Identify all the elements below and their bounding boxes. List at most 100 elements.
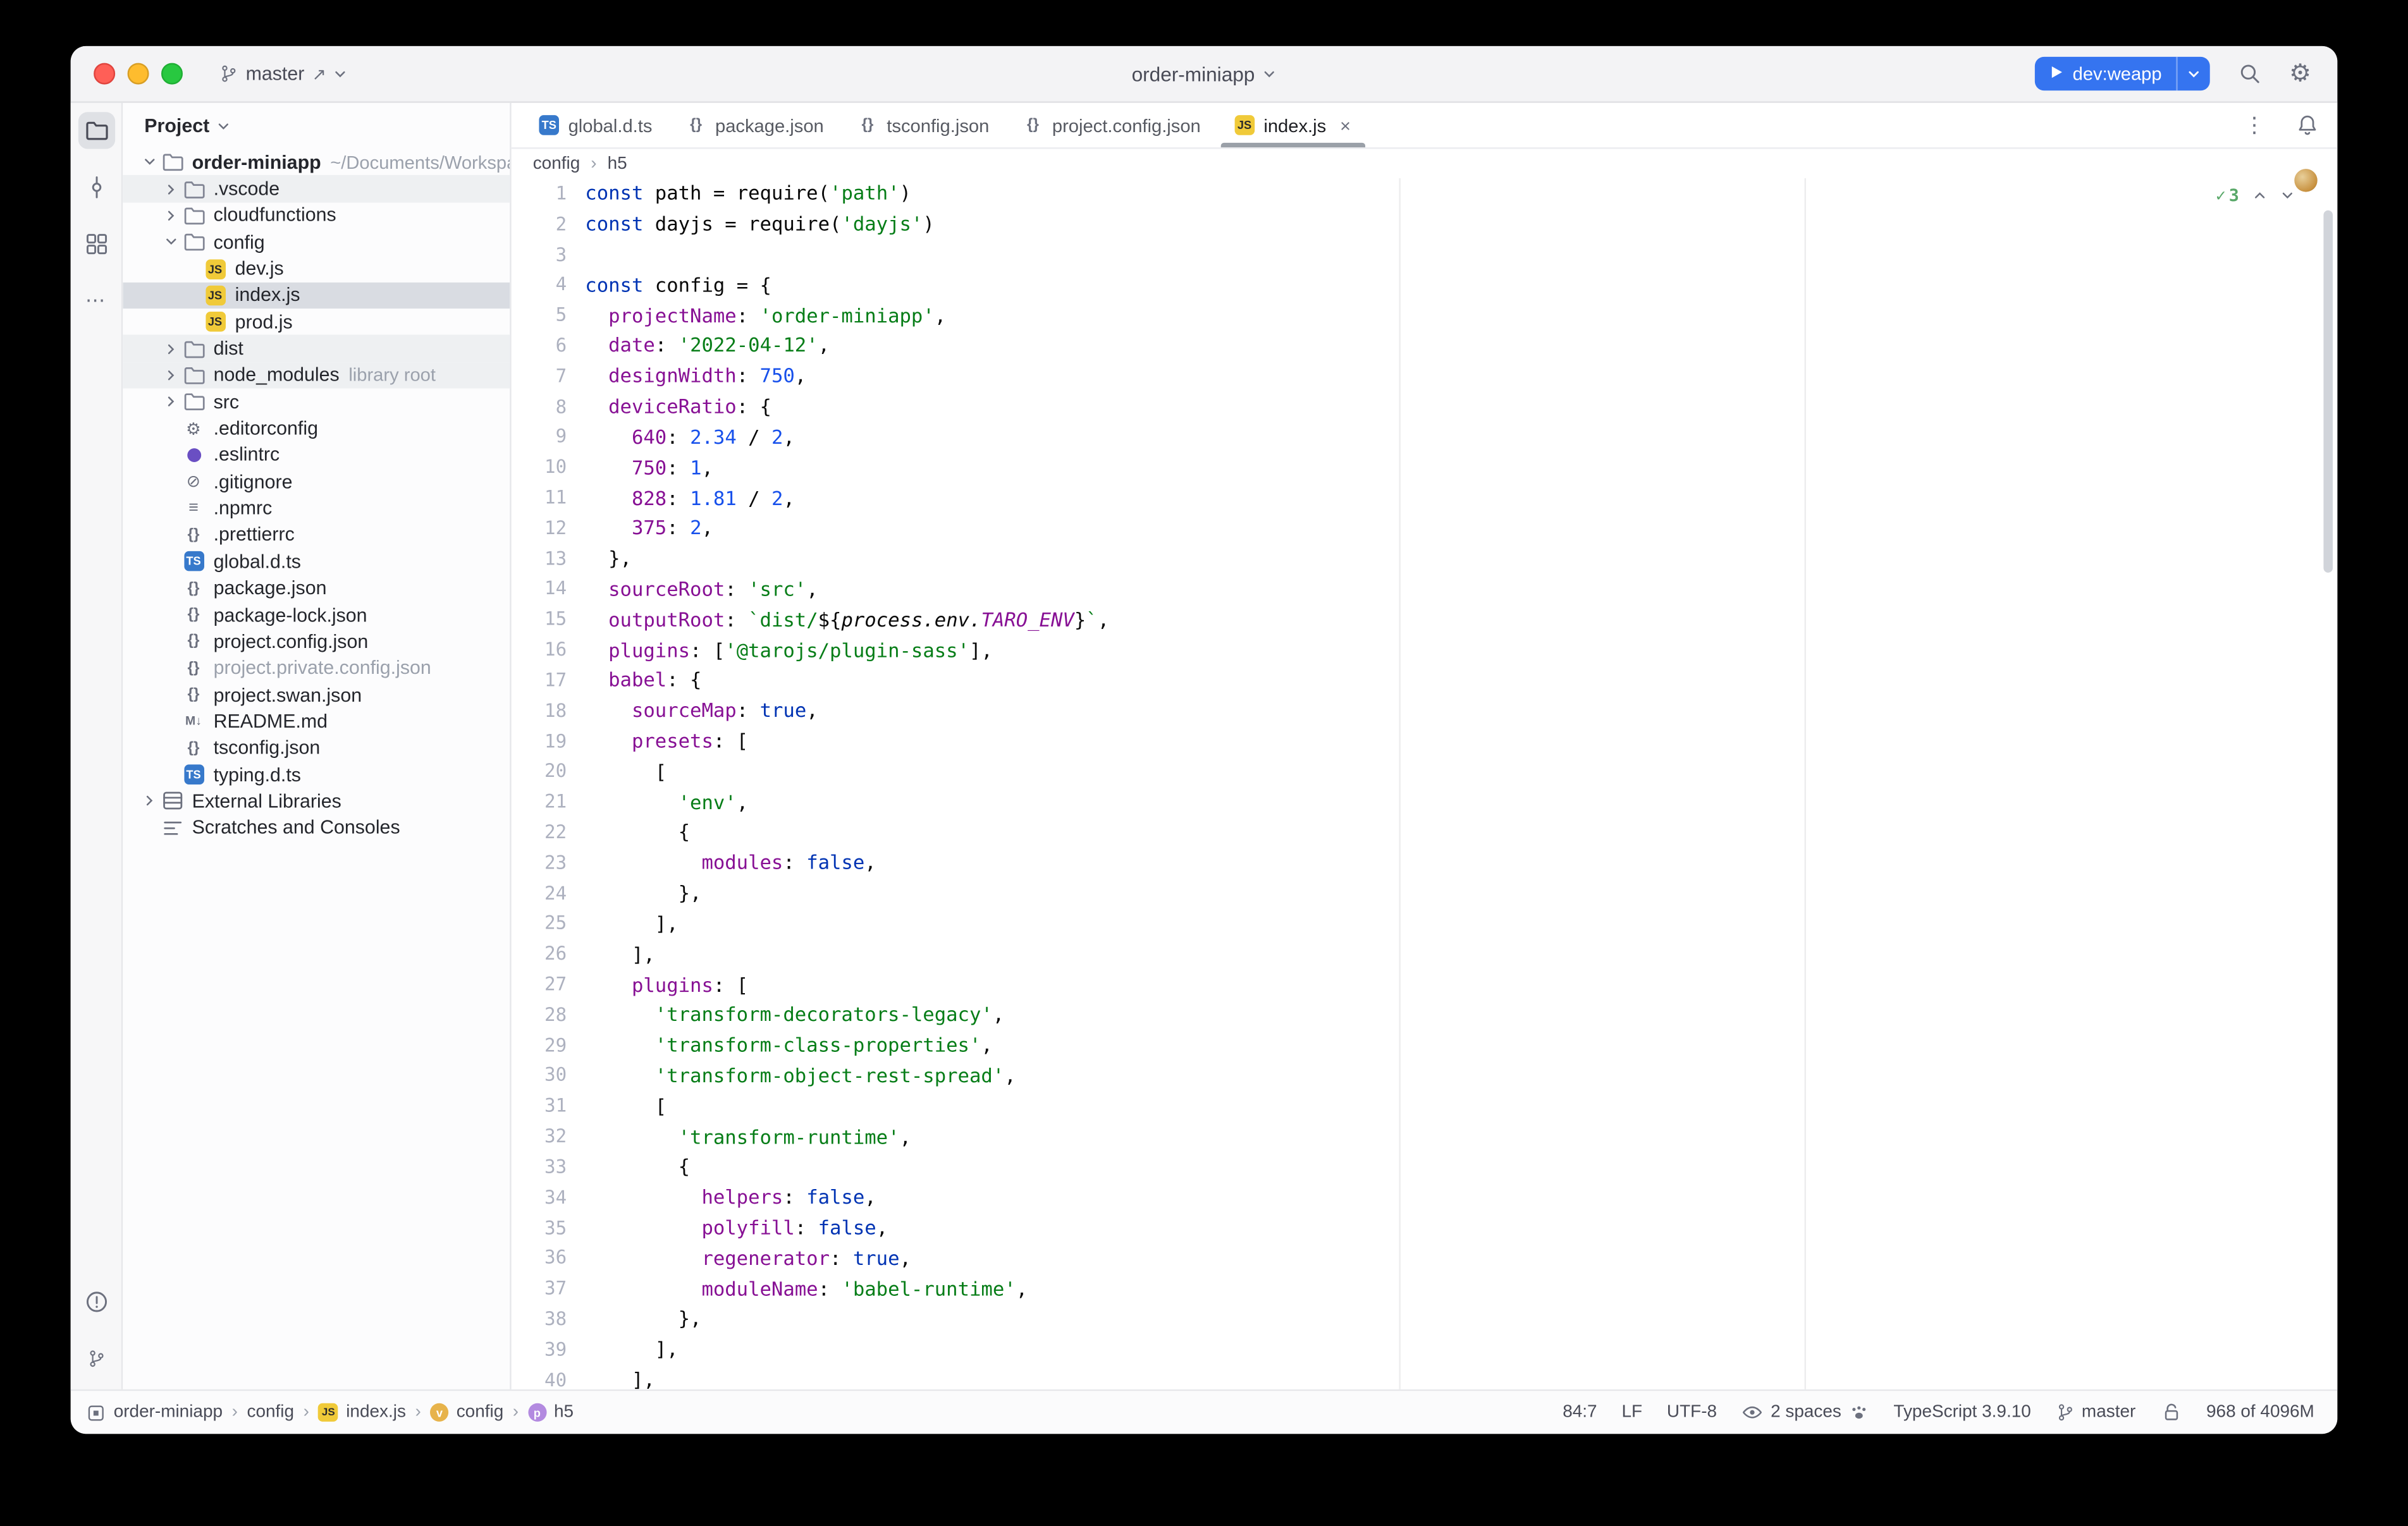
line-number[interactable]: 10 [512,456,567,478]
tab-project-config-json[interactable]: {}project.config.json [1006,103,1217,147]
code-line[interactable]: 10 750: 1, [512,452,2338,482]
chevron-collapsed-icon[interactable] [138,795,160,809]
code-line[interactable]: 40 ], [512,1364,2338,1389]
run-configuration-button[interactable]: dev:weapp [2034,57,2209,90]
line-number[interactable]: 33 [512,1156,567,1177]
line-number[interactable]: 19 [512,730,567,752]
line-number[interactable]: 9 [512,426,567,448]
line-number[interactable]: 36 [512,1247,567,1269]
line-number[interactable]: 26 [512,943,567,965]
code-line[interactable]: 11 828: 1.81 / 2, [512,482,2338,513]
tree-item-dist[interactable]: dist [123,335,510,362]
line-number[interactable]: 6 [512,334,567,356]
line-number[interactable]: 23 [512,852,567,873]
chevron-collapsed-icon[interactable] [160,209,181,223]
code-line[interactable]: 27 plugins: [ [512,969,2338,999]
tree-item-gitignore[interactable]: ⊘.gitignore [123,468,510,495]
code-line[interactable]: 1const path = require('path') [512,178,2338,209]
notifications-bell-icon[interactable] [2296,114,2319,137]
line-number[interactable]: 3 [512,243,567,265]
tree-item-prod-js[interactable]: JSprod.js [123,308,510,335]
status-path-order-miniapp[interactable]: order-miniapp [86,1402,223,1422]
code-line[interactable]: 39 ], [512,1334,2338,1364]
line-number[interactable]: 29 [512,1034,567,1056]
tree-item-eslintrc[interactable]: .eslintrc [123,442,510,468]
status-path-config[interactable]: vconfig [430,1403,503,1422]
line-number[interactable]: 20 [512,760,567,782]
tree-item-dev-js[interactable]: JSdev.js [123,255,510,282]
status-widget-lf[interactable]: LF [1621,1403,1642,1422]
tree-item-index-js[interactable]: JSindex.js [123,282,510,308]
project-panel-header[interactable]: Project [123,103,510,149]
code-line[interactable]: 25 ], [512,908,2338,938]
line-number[interactable]: 27 [512,974,567,995]
zoom-window-button[interactable] [161,63,183,85]
line-number[interactable]: 37 [512,1278,567,1299]
code-line[interactable]: 2const dayjs = require('dayjs') [512,209,2338,239]
line-number[interactable]: 13 [512,547,567,569]
code-line[interactable]: 21 'env', [512,786,2338,817]
code-line[interactable]: 34 helpers: false, [512,1182,2338,1212]
code-line[interactable]: 17 babel: { [512,665,2338,695]
line-number[interactable]: 30 [512,1065,567,1086]
tree-item-project-swan-json[interactable]: {}project.swan.json [123,681,510,708]
tab-global-d-ts[interactable]: TSglobal.d.ts [522,103,669,147]
code-line[interactable]: 5 projectName: 'order-miniapp', [512,300,2338,330]
user-avatar-icon[interactable] [2294,169,2317,192]
line-number[interactable]: 14 [512,578,567,599]
git-branch-widget[interactable]: master ↗ [219,63,348,85]
tree-item-cloudfunctions[interactable]: cloudfunctions [123,202,510,229]
minimize-window-button[interactable] [128,63,149,85]
line-number[interactable]: 17 [512,669,567,691]
code-line[interactable]: 30 'transform-object-rest-spread', [512,1060,2338,1090]
tree-item-typing-d-ts[interactable]: TStyping.d.ts [123,761,510,788]
chevron-collapsed-icon[interactable] [160,182,181,196]
chevron-collapsed-icon[interactable] [160,342,181,356]
tab-tsconfig-json[interactable]: {}tsconfig.json [840,103,1006,147]
tree-item-editorconfig[interactable]: ⚙.editorconfig [123,415,510,442]
tree-item-vscode[interactable]: .vscode [123,176,510,202]
line-number[interactable]: 34 [512,1187,567,1208]
close-window-button[interactable] [94,63,115,85]
line-number[interactable]: 22 [512,821,567,843]
line-number[interactable]: 1 [512,183,567,204]
version-control-icon[interactable] [78,1340,114,1377]
status-widget-2-spaces[interactable]: 2 spaces [1742,1401,1869,1423]
code-line[interactable]: 38 }, [512,1303,2338,1334]
code-line[interactable]: 28 'transform-decorators-legacy', [512,999,2338,1030]
tree-item-project-config-json[interactable]: {}project.config.json [123,628,510,655]
chevron-expanded-icon[interactable] [138,156,160,169]
run-options-chevron[interactable] [2177,57,2209,90]
code-line[interactable]: 13 }, [512,543,2338,573]
status-widget-unlock[interactable] [2160,1401,2182,1423]
code-line[interactable]: 31 [ [512,1090,2338,1121]
tree-item-project-private-config-json[interactable]: {}project.private.config.json [123,655,510,681]
tree-item-tsconfig-json[interactable]: {}tsconfig.json [123,735,510,761]
line-number[interactable]: 8 [512,396,567,417]
tree-item-readme-md[interactable]: M↓README.md [123,708,510,735]
line-number[interactable]: 18 [512,700,567,721]
code-line[interactable]: 35 polyfill: false, [512,1212,2338,1243]
code-line[interactable]: 32 'transform-runtime', [512,1121,2338,1151]
code-line[interactable]: 9 640: 2.34 / 2, [512,422,2338,452]
tree-item-package-json[interactable]: {}package.json [123,575,510,601]
tab-index-js[interactable]: JSindex.js× [1218,103,1368,147]
prev-problem-chevron-icon[interactable] [2253,189,2267,203]
status-widget-84-7[interactable]: 84:7 [1563,1403,1597,1422]
tree-item-npmrc[interactable]: ≡.npmrc [123,495,510,522]
code-line[interactable]: 26 ], [512,939,2338,969]
line-number[interactable]: 39 [512,1338,567,1360]
tree-item-scratches-and-consoles[interactable]: Scratches and Consoles [123,815,510,841]
line-number[interactable]: 16 [512,639,567,661]
line-number[interactable]: 24 [512,882,567,903]
tree-item-external-libraries[interactable]: External Libraries [123,788,510,814]
structure-icon[interactable] [78,226,114,262]
code-line[interactable]: 7 designWidth: 750, [512,360,2338,391]
status-widget-utf-8[interactable]: UTF-8 [1667,1403,1717,1422]
code-line[interactable]: 24 }, [512,877,2338,908]
status-widget-968-of-4096m[interactable]: 968 of 4096M [2206,1403,2314,1422]
line-number[interactable]: 32 [512,1125,567,1147]
tree-item-order-miniapp[interactable]: order-miniapp~/Documents/Workspace/ [123,149,510,176]
line-number[interactable]: 11 [512,487,567,508]
tab-options-kebab-icon[interactable]: ⋮ [2244,112,2265,138]
